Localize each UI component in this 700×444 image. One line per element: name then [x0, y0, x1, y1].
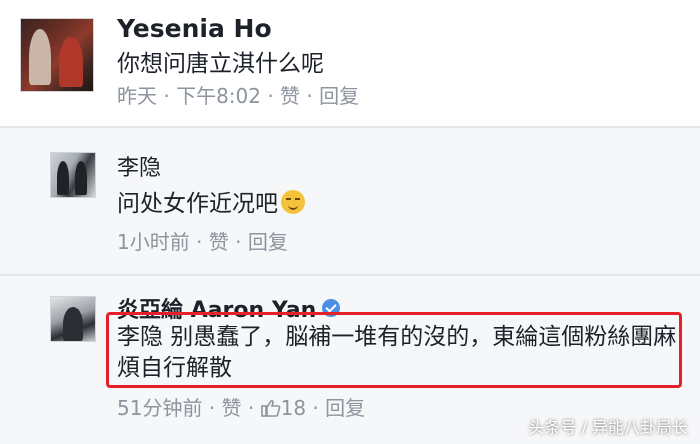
comment-author[interactable]: 李隐 [117, 150, 161, 182]
meta-reply[interactable]: · 回复 [306, 396, 365, 420]
like-count: 18 [280, 396, 307, 420]
divider [0, 126, 700, 128]
comment-card-yesenia: Yesenia Ho 你想问唐立淇什么呢 昨天 · 下午8:02 · 赞 · 回… [0, 0, 700, 126]
highlight-box [106, 312, 682, 388]
avatar[interactable] [50, 152, 96, 198]
thumbs-up-icon [260, 399, 280, 417]
comment-card-li-yin [0, 130, 700, 275]
smirk-emoji-icon [281, 190, 305, 214]
comment-text-content: 问处女作近况吧 [117, 191, 278, 217]
watermark: 头条号 / 异能八卦局长 [528, 418, 688, 437]
comment-meta[interactable]: 51分钟前 · 赞 · 18 · 回复 [117, 392, 365, 421]
comment-text: 你想问唐立淇什么呢 [117, 51, 324, 77]
comment-meta[interactable]: 1小时前 · 赞 · 回复 [117, 226, 288, 255]
meta-time[interactable]: 51分钟前 · 赞 · [117, 396, 261, 420]
comment-text: 问处女作近况吧 [117, 184, 305, 218]
avatar[interactable] [20, 18, 94, 92]
comment-meta[interactable]: 昨天 · 下午8:02 · 赞 · 回复 [117, 80, 359, 109]
comment-author[interactable]: Yesenia Ho [117, 14, 272, 43]
divider [0, 274, 700, 276]
avatar[interactable] [50, 296, 96, 342]
